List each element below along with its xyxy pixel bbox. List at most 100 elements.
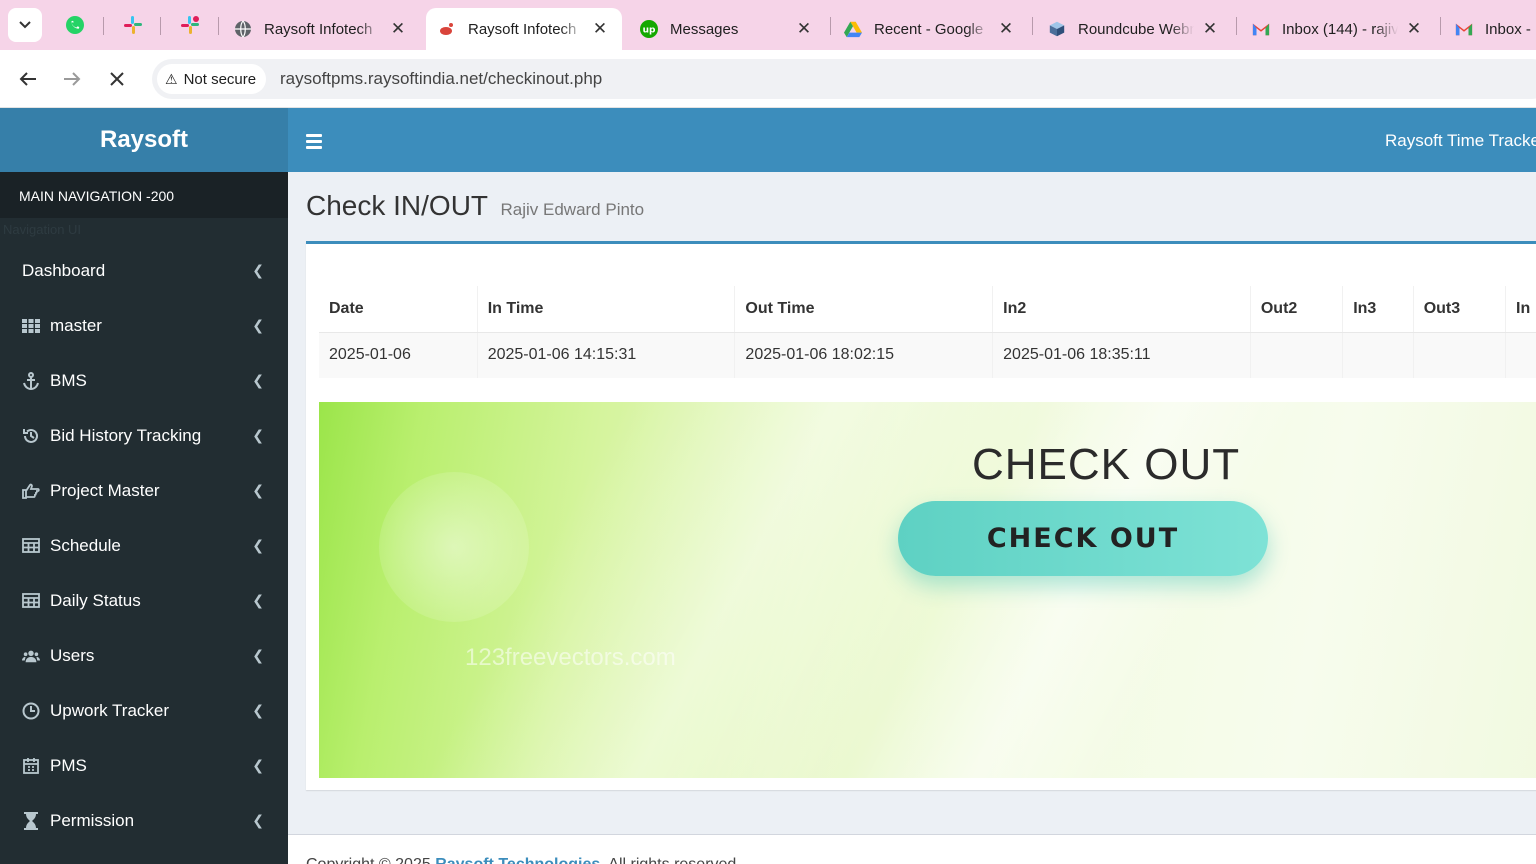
chevron-left-icon: ❮ bbox=[252, 482, 264, 498]
hand-point-icon bbox=[22, 482, 40, 500]
close-tab-icon[interactable]: ✕ bbox=[388, 19, 408, 39]
footer-suffix: . All rights reserved. bbox=[600, 856, 741, 864]
table-cell: 2025-01-06 18:02:15 bbox=[734, 332, 994, 378]
calendar-icon bbox=[22, 757, 40, 775]
security-label: Not secure bbox=[183, 70, 257, 88]
table-cell bbox=[1413, 332, 1507, 378]
pinned-tab-slack[interactable] bbox=[112, 9, 154, 41]
warning-icon: ⚠ bbox=[165, 70, 178, 87]
close-tab-icon[interactable]: ✕ bbox=[794, 19, 814, 39]
anchor-icon bbox=[22, 371, 40, 390]
app-header-title[interactable]: Raysoft Time Tracker bbox=[1385, 131, 1536, 151]
history-icon bbox=[22, 427, 40, 445]
sidebar-item-permission[interactable]: Permission ❮ bbox=[0, 793, 288, 848]
table-cell: 2025-01-06 bbox=[319, 332, 478, 378]
sidebar-menu: Dashboard ❮ master ❮ BMS ❮ Bid History T… bbox=[0, 243, 288, 848]
app-top-navbar: Raysoft Time Tracker bbox=[288, 108, 1536, 172]
slack-icon bbox=[124, 16, 142, 34]
forward-button[interactable] bbox=[55, 62, 89, 96]
close-tab-icon[interactable]: ✕ bbox=[590, 19, 610, 39]
sidebar-item-dashboard[interactable]: Dashboard ❮ bbox=[0, 243, 288, 298]
sidebar-item-label: master bbox=[50, 315, 102, 335]
column-header: Out2 bbox=[1250, 286, 1344, 333]
sidebar-item-label: Permission bbox=[50, 810, 135, 830]
browser-tab-active[interactable]: Raysoft Infotech ✕ bbox=[426, 8, 622, 50]
raysoft-icon bbox=[438, 20, 456, 38]
close-tab-icon[interactable]: ✕ bbox=[1404, 19, 1424, 39]
sidebar-item-project-master[interactable]: Project Master ❮ bbox=[0, 463, 288, 518]
browser-tab[interactable]: Roundcube Webmail ✕ bbox=[1036, 8, 1232, 50]
url-text[interactable]: raysoftpms.raysoftindia.net/checkinout.p… bbox=[280, 69, 602, 89]
tab-title: Recent - Google bbox=[874, 20, 984, 38]
attendance-table: Date In Time Out Time In2 Out2 In3 Out3 … bbox=[319, 286, 1536, 378]
chevron-left-icon: ❮ bbox=[252, 702, 264, 718]
app-logo[interactable]: Raysoft bbox=[0, 108, 288, 172]
sidebar-item-users[interactable]: Users ❮ bbox=[0, 628, 288, 683]
sidebar-item-schedule[interactable]: Schedule ❮ bbox=[0, 518, 288, 573]
footer-copyright: Copyright © 2025 bbox=[306, 856, 431, 864]
page-title: Check IN/OUT bbox=[306, 190, 489, 221]
google-drive-icon bbox=[844, 20, 862, 38]
table-cell bbox=[1505, 332, 1536, 378]
sidebar-item-master[interactable]: master ❮ bbox=[0, 298, 288, 353]
table-cell: 2025-01-06 14:15:31 bbox=[477, 332, 736, 378]
sidebar-toggle-icon[interactable] bbox=[306, 130, 322, 150]
gmail-icon bbox=[1455, 20, 1473, 38]
arrow-right-icon bbox=[64, 72, 81, 86]
address-bar[interactable]: ⚠ Not secure raysoftpms.raysoftindia.net… bbox=[152, 59, 1536, 99]
gmail-icon bbox=[1252, 20, 1270, 38]
checkout-heading: CHECK OUT bbox=[972, 440, 1241, 489]
checkinout-box: Date In Time Out Time In2 Out2 In3 Out3 … bbox=[306, 241, 1536, 790]
sidebar-item-bid-history-tracking[interactable]: Bid History Tracking ❮ bbox=[0, 408, 288, 463]
table-icon bbox=[22, 537, 40, 555]
stop-loading-button[interactable] bbox=[100, 62, 134, 96]
close-tab-icon[interactable]: ✕ bbox=[1200, 19, 1220, 39]
browser-tab[interactable]: up Messages ✕ bbox=[628, 8, 826, 50]
back-button[interactable] bbox=[11, 62, 45, 96]
tab-title: Inbox (144) - rajiv bbox=[1282, 20, 1398, 38]
tab-title: Inbox - bbox=[1485, 20, 1531, 38]
browser-tab[interactable]: Inbox (144) - rajiv ✕ bbox=[1240, 8, 1436, 50]
sidebar-item-bms[interactable]: BMS ❮ bbox=[0, 353, 288, 408]
chevron-left-icon: ❮ bbox=[252, 592, 264, 608]
chevron-left-icon: ❮ bbox=[252, 812, 264, 828]
sidebar-item-label: Dashboard bbox=[22, 260, 106, 280]
sidebar-item-pms[interactable]: PMS ❮ bbox=[0, 738, 288, 793]
browser-tab[interactable]: Recent - Google ✕ bbox=[832, 8, 1028, 50]
browser-tab[interactable]: Inbox - bbox=[1443, 8, 1536, 50]
table-cell: 2025-01-06 18:35:11 bbox=[992, 332, 1251, 378]
security-chip[interactable]: ⚠ Not secure bbox=[157, 64, 267, 94]
sidebar-item-label: Upwork Tracker bbox=[50, 700, 170, 720]
sidebar-item-daily-status[interactable]: Daily Status ❮ bbox=[0, 573, 288, 628]
browser-tab[interactable]: Raysoft Infotech ✕ bbox=[222, 8, 420, 50]
tab-search-button[interactable] bbox=[8, 8, 42, 42]
hourglass-icon bbox=[22, 811, 40, 830]
checkout-banner: 123freevectors.com CHECK OUT CHECK OUT bbox=[319, 402, 1536, 778]
globe-icon bbox=[234, 20, 252, 38]
pinned-tab-slack-2[interactable] bbox=[169, 9, 211, 41]
table-cell bbox=[1342, 332, 1414, 378]
column-header: In3 bbox=[1342, 286, 1414, 333]
svg-text:up: up bbox=[643, 26, 656, 36]
column-header: Out Time bbox=[734, 286, 994, 333]
chevron-left-icon: ❮ bbox=[252, 317, 264, 333]
column-header: In2 bbox=[992, 286, 1251, 333]
sidebar-item-label: BMS bbox=[50, 370, 87, 390]
sidebar-item-label: Project Master bbox=[50, 480, 160, 500]
roundcube-icon bbox=[1048, 20, 1066, 38]
clock-icon bbox=[22, 702, 40, 720]
chevron-left-icon: ❮ bbox=[252, 537, 264, 553]
chevron-left-icon: ❮ bbox=[252, 262, 264, 278]
pinned-tab-whatsapp[interactable] bbox=[54, 9, 96, 41]
sidebar-item-label: PMS bbox=[50, 755, 87, 775]
column-header: In bbox=[1505, 286, 1536, 333]
footer-company-link[interactable]: Raysoft Technologies bbox=[435, 856, 600, 864]
close-tab-icon[interactable]: ✕ bbox=[996, 19, 1016, 39]
slack-icon bbox=[181, 16, 199, 34]
page-subtitle: Rajiv Edward Pinto bbox=[500, 200, 645, 219]
sidebar-item-upwork-tracker[interactable]: Upwork Tracker ❮ bbox=[0, 683, 288, 738]
check-out-button[interactable]: CHECK OUT bbox=[898, 501, 1268, 576]
whatsapp-icon bbox=[66, 16, 84, 34]
tab-title: Messages bbox=[670, 20, 739, 38]
arrow-left-icon bbox=[19, 72, 36, 86]
